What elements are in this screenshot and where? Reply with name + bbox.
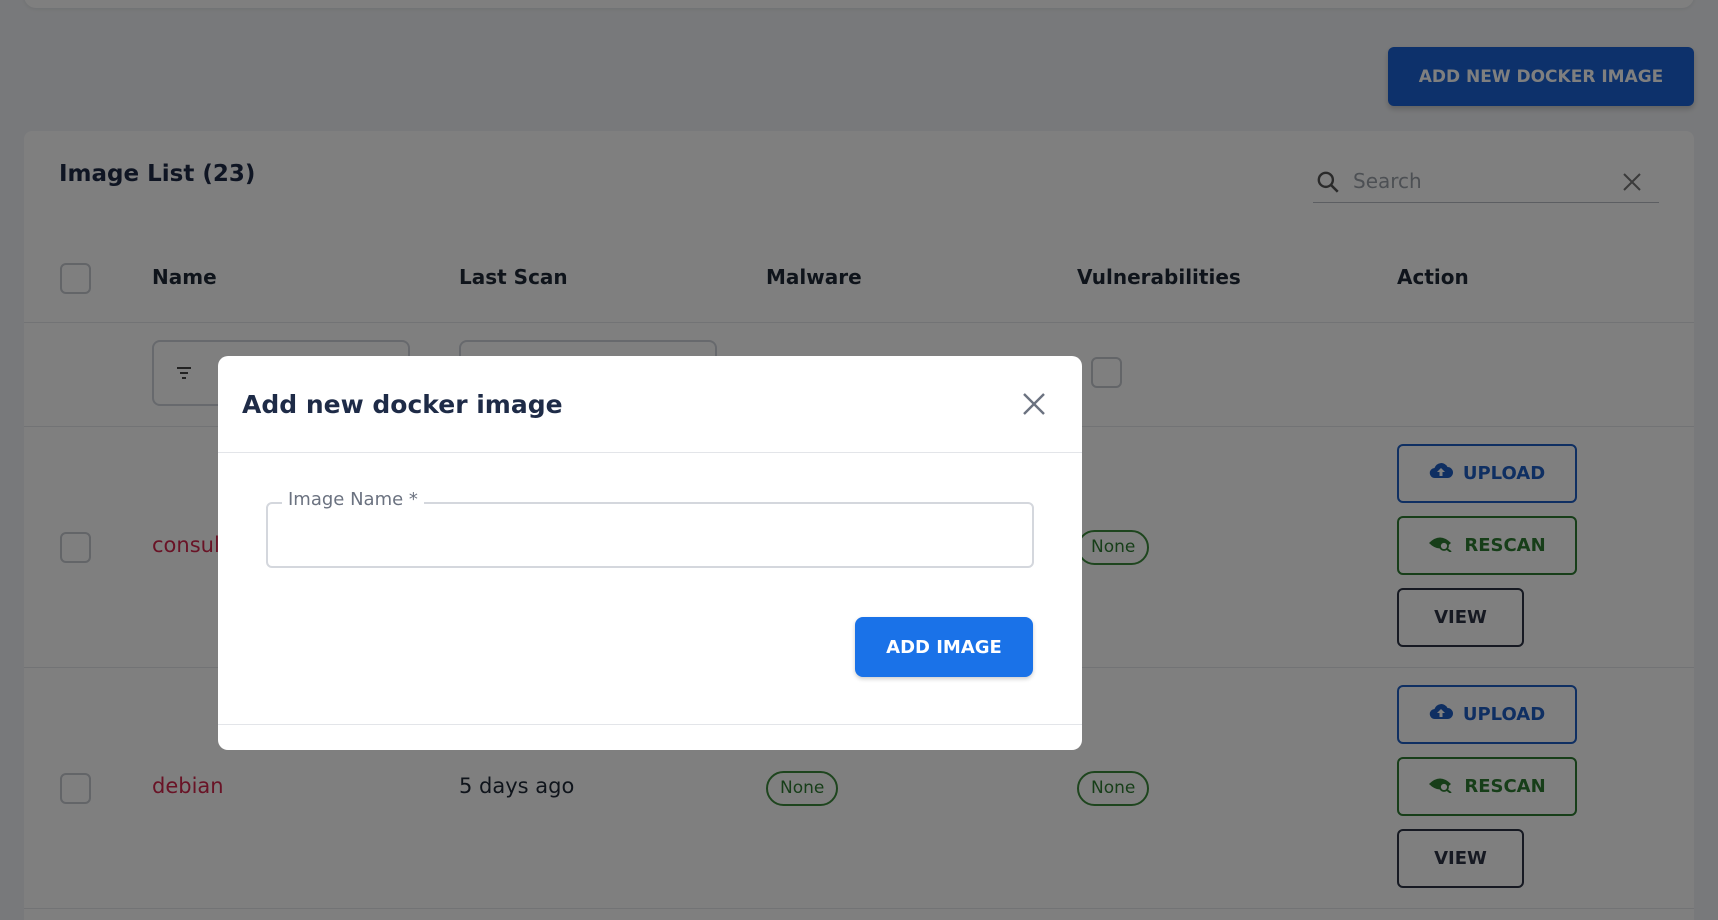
dialog-title: Add new docker image [242,390,563,419]
image-name-field: Image Name * [266,489,1034,568]
add-image-button[interactable]: ADD IMAGE [855,617,1033,677]
add-docker-image-dialog: Add new docker image Image Name * ADD IM… [218,356,1082,750]
dialog-divider [218,724,1082,725]
image-name-label: Image Name * [282,489,424,510]
image-name-input[interactable] [284,518,1014,552]
dialog-divider [218,452,1082,453]
close-icon[interactable] [1020,390,1048,422]
